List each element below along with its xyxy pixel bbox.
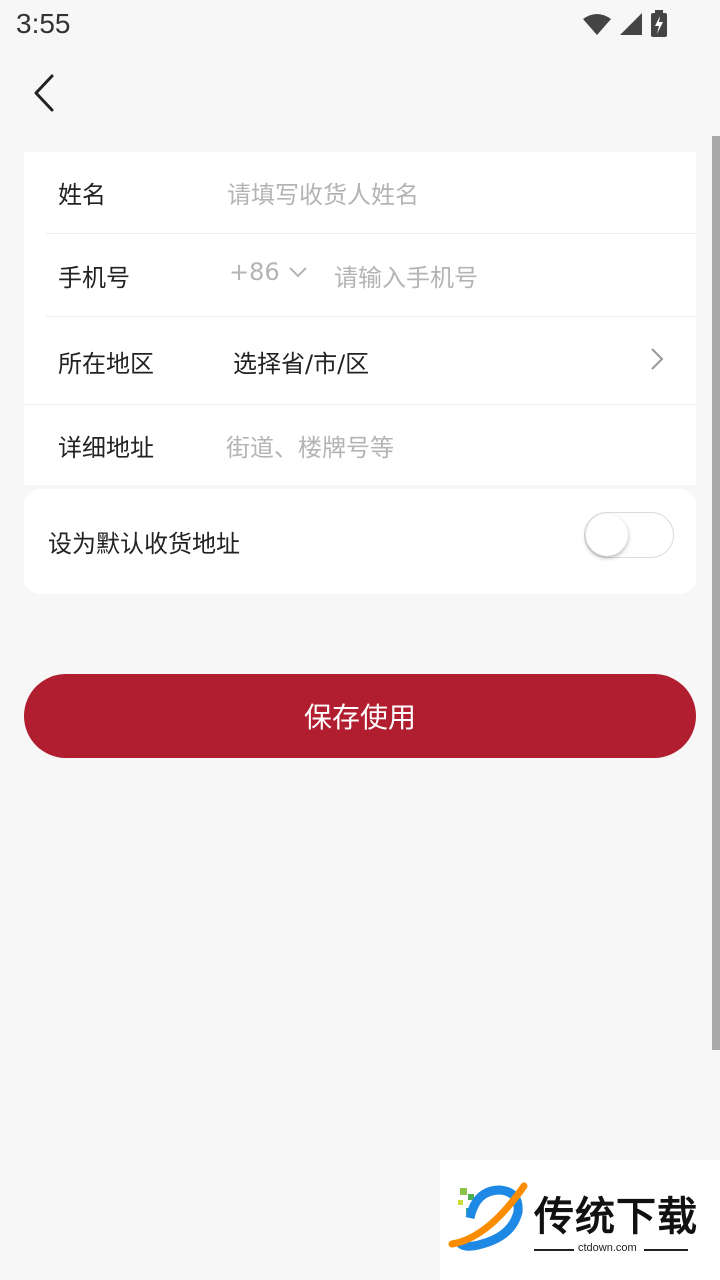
name-label: 姓名 [58,181,106,209]
divider [534,1249,574,1251]
default-address-label: 设为默认收货地址 [48,530,240,558]
chevron-down-icon [288,267,307,278]
name-input[interactable]: 请填写收货人姓名 [227,175,419,210]
ctdown-logo-icon [448,1182,528,1251]
watermark-subtitle: ctdown.com [578,1242,637,1254]
watermark-logo: 传统下载 ctdown.com [440,1160,720,1280]
signal-icon [620,13,642,35]
region-row[interactable]: 所在地区 选择省/市/区 [24,317,696,404]
address-label: 详细地址 [58,434,154,462]
region-label: 所在地区 [58,350,154,378]
battery-icon [651,10,667,37]
save-button[interactable]: 保存使用 [24,674,696,758]
default-address-card: 设为默认收货地址 [24,489,696,594]
toggle-knob [586,514,628,556]
region-value: 选择省/市/区 [233,350,370,378]
phone-row: 手机号 +86 请输入手机号 [24,234,696,316]
divider [644,1249,688,1251]
name-row[interactable]: 姓名 请填写收货人姓名 [24,152,696,232]
status-bar: 3:55 [0,0,720,50]
address-form: 姓名 请填写收货人姓名 手机号 +86 请输入手机号 所在地区 选择省/市/区 … [24,152,696,485]
status-icons [582,10,668,38]
address-row[interactable]: 详细地址 街道、楼牌号等 [24,405,696,485]
chevron-left-icon [34,74,54,112]
address-input[interactable]: 街道、楼牌号等 [226,428,394,463]
phone-label: 手机号 [58,264,130,292]
watermark-title: 传统下载 [534,1194,698,1240]
back-button[interactable] [26,70,62,116]
phone-input[interactable]: 请输入手机号 [334,258,478,293]
default-address-toggle[interactable] [584,512,674,558]
wifi-icon [583,14,611,35]
country-code-select[interactable]: +86 [229,258,308,286]
country-code-value: +86 [229,258,280,286]
chevron-right-icon [651,348,664,370]
status-time: 3:55 [16,8,71,39]
scroll-indicator[interactable] [712,136,720,1050]
